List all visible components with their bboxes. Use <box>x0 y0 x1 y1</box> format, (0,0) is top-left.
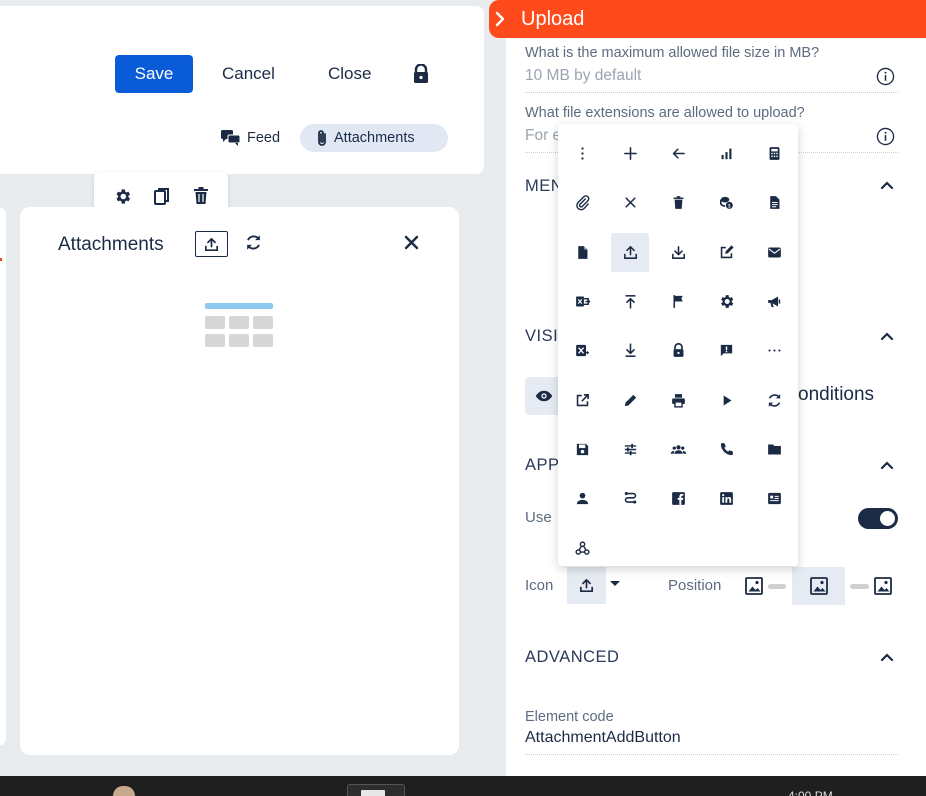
icon-picker-popover: $ <box>558 124 798 566</box>
download-to-bottom-icon[interactable] <box>606 326 654 375</box>
trash-icon[interactable] <box>193 187 209 205</box>
refresh-icon[interactable] <box>244 233 263 252</box>
section-advanced-title[interactable]: ADVANCED <box>525 648 619 667</box>
settings-icon[interactable] <box>702 277 750 326</box>
mail-icon[interactable] <box>750 228 798 277</box>
phone-icon[interactable] <box>702 425 750 474</box>
excel-icon[interactable] <box>558 326 606 375</box>
attachments-widget-title: Attachments <box>58 234 164 255</box>
megaphone-icon[interactable] <box>750 277 798 326</box>
position-option-center[interactable] <box>792 567 845 605</box>
sync-icon[interactable] <box>750 375 798 424</box>
taskbar-app-button[interactable] <box>347 784 405 796</box>
chevron-up-icon[interactable] <box>880 653 894 662</box>
divider <box>525 92 898 93</box>
arrow-left-icon[interactable] <box>654 129 702 178</box>
excel-export-icon[interactable] <box>558 277 606 326</box>
adjacent-card-edge <box>0 208 6 745</box>
more-vertical-icon[interactable] <box>558 129 606 178</box>
position-label: Position <box>668 577 722 594</box>
chevron-up-icon[interactable] <box>880 332 894 341</box>
tab-attachments[interactable]: Attachments <box>300 124 448 152</box>
paperclip-icon <box>316 129 328 147</box>
feedback-icon[interactable] <box>702 326 750 375</box>
lock-icon[interactable] <box>654 326 702 375</box>
webhook-icon[interactable] <box>558 523 606 572</box>
chevron-up-icon[interactable] <box>880 181 894 190</box>
use-label: Use <box>525 509 552 526</box>
facebook-icon[interactable] <box>654 474 702 523</box>
extensions-question: What file extensions are allowed to uplo… <box>525 105 805 121</box>
attachments-widget[interactable]: Attachments <box>20 207 459 755</box>
document-icon[interactable] <box>750 178 798 227</box>
upload-icon <box>579 578 594 593</box>
divider <box>525 754 898 755</box>
id-card-icon[interactable] <box>750 474 798 523</box>
upload-button[interactable] <box>195 231 228 257</box>
svg-text:$: $ <box>727 204 730 210</box>
close-icon[interactable] <box>606 178 654 227</box>
element-code-field[interactable]: AttachmentAddButton <box>525 729 681 747</box>
icon-label: Icon <box>525 577 554 594</box>
route-icon[interactable] <box>606 474 654 523</box>
trash-icon[interactable] <box>654 178 702 227</box>
save-icon[interactable] <box>558 425 606 474</box>
section-visibility-title[interactable]: VISI <box>525 327 558 346</box>
icon-grid: $ <box>558 129 798 573</box>
close-button[interactable]: Close <box>328 55 371 93</box>
visibility-conditions-link[interactable]: onditions <box>798 384 874 406</box>
folder-icon[interactable] <box>750 425 798 474</box>
save-button[interactable]: Save <box>115 55 193 93</box>
max-size-question: What is the maximum allowed file size in… <box>525 45 820 61</box>
eye-icon <box>535 390 553 402</box>
coins-icon[interactable]: $ <box>702 178 750 227</box>
info-icon[interactable] <box>876 127 895 146</box>
taskbar-clock[interactable]: 4:00 PM <box>788 787 833 796</box>
chevron-up-icon[interactable] <box>880 461 894 470</box>
tab-attachments-label: Attachments <box>334 130 415 146</box>
position-option-right[interactable] <box>849 567 893 605</box>
linkedin-icon[interactable] <box>702 474 750 523</box>
element-code-label: Element code <box>525 709 614 725</box>
print-icon[interactable] <box>654 375 702 424</box>
pencil-icon[interactable] <box>606 375 654 424</box>
position-option-left[interactable] <box>744 567 788 605</box>
caret-down-icon[interactable] <box>609 580 621 587</box>
chevron-right-icon[interactable] <box>495 11 505 27</box>
max-size-field[interactable]: 10 MB by default <box>525 67 641 85</box>
info-icon[interactable] <box>876 67 895 86</box>
paperclip-icon[interactable] <box>558 178 606 227</box>
file-icon[interactable] <box>558 228 606 277</box>
tab-feed-label: Feed <box>247 130 281 146</box>
bar-chart-icon[interactable] <box>702 129 750 178</box>
edit-square-icon[interactable] <box>702 228 750 277</box>
lock-icon[interactable] <box>412 64 430 84</box>
group-icon[interactable] <box>654 425 702 474</box>
panel-title: Upload <box>521 7 585 30</box>
section-appearance-title[interactable]: APP <box>525 456 560 475</box>
open-in-new-icon[interactable] <box>558 375 606 424</box>
person-icon[interactable] <box>558 474 606 523</box>
use-toggle[interactable] <box>858 508 898 529</box>
play-icon[interactable] <box>702 375 750 424</box>
more-horizontal-icon[interactable] <box>750 326 798 375</box>
extensions-field[interactable]: For e <box>525 127 561 145</box>
download-icon[interactable] <box>654 228 702 277</box>
settings-icon[interactable] <box>113 187 132 206</box>
cancel-button[interactable]: Cancel <box>222 55 275 93</box>
record-actions-card: Save Cancel Close Feed Attachments <box>0 6 484 174</box>
tune-icon[interactable] <box>606 425 654 474</box>
upload-icon[interactable] <box>606 228 654 277</box>
panel-header[interactable]: Upload <box>489 0 926 38</box>
flag-icon[interactable] <box>654 277 702 326</box>
adjacent-card-marker <box>0 258 2 261</box>
calculator-icon[interactable] <box>750 129 798 178</box>
feed-icon <box>221 130 241 146</box>
plus-icon[interactable] <box>606 129 654 178</box>
empty-table-illustration <box>205 303 275 351</box>
copy-icon[interactable] <box>154 187 170 206</box>
upload-to-top-icon[interactable] <box>606 277 654 326</box>
tab-feed[interactable]: Feed <box>205 124 294 152</box>
close-icon[interactable] <box>404 235 419 250</box>
